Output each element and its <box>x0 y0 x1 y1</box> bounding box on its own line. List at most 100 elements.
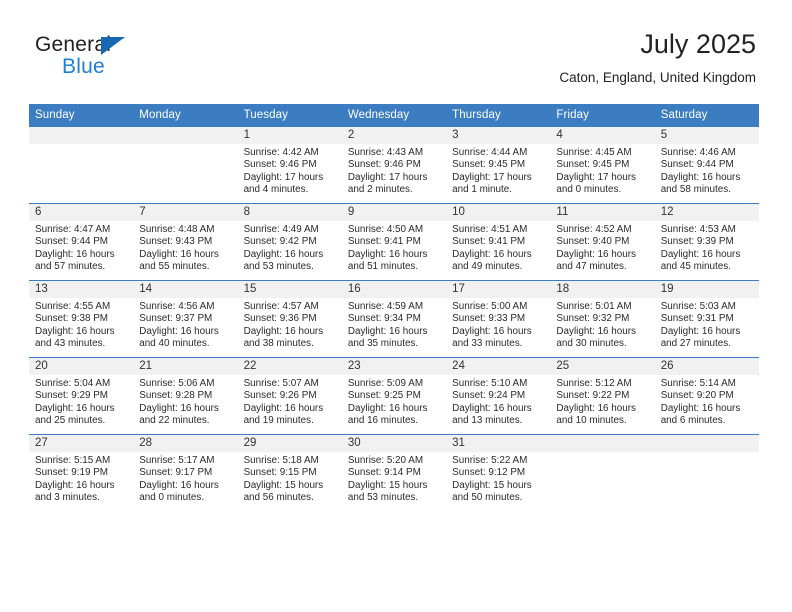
day-details: Sunrise: 5:04 AM Sunset: 9:29 PM Daylight:… <box>29 375 133 428</box>
sunset-text: Sunset: 9:44 PM <box>35 236 109 248</box>
logo-text-general: General <box>35 33 112 56</box>
sunset-text: Sunset: 9:45 PM <box>452 159 526 171</box>
calendar-page: General Blue July 2025 Caton, England, U… <box>0 0 792 612</box>
calendar-day-cell[interactable]: 27 Sunrise: 5:15 AM Sunset: 9:19 PM Dayligh… <box>29 434 134 511</box>
calendar-day-cell-empty <box>654 434 759 511</box>
calendar-day-cell[interactable]: 22 Sunrise: 5:07 AM Sunset: 9:26 PM Dayligh… <box>237 357 342 435</box>
calendar-day-cell[interactable]: 31 Sunrise: 5:22 AM Sunset: 9:12 PM Dayligh… <box>446 434 551 511</box>
calendar-day-cell[interactable]: 25 Sunrise: 5:12 AM Sunset: 9:22 PM Dayligh… <box>550 357 655 435</box>
calendar-week-row: 20 Sunrise: 5:04 AM Sunset: 9:29 PM Dayligh… <box>29 357 759 435</box>
sunset-text: Sunset: 9:14 PM <box>347 467 421 479</box>
page-title: July 2025 <box>640 29 756 59</box>
sunset-text: Sunset: 9:32 PM <box>556 313 630 325</box>
day-number: 10 <box>446 204 551 221</box>
sunset-text: Sunset: 9:46 PM <box>243 159 317 171</box>
day-box <box>654 435 759 511</box>
calendar-day-cell[interactable]: 10 Sunrise: 4:51 AM Sunset: 9:41 PM Dayligh… <box>446 203 551 281</box>
daylight-text: Daylight: 15 hours and 53 minutes. <box>347 479 428 504</box>
sunset-text: Sunset: 9:36 PM <box>243 313 317 325</box>
day-number: 28 <box>133 435 238 452</box>
day-number: 2 <box>341 127 447 144</box>
day-number: 3 <box>446 127 551 144</box>
calendar-day-cell[interactable]: 6 Sunrise: 4:47 AM Sunset: 9:44 PM Daylight… <box>29 203 134 281</box>
day-box: 22 Sunrise: 5:07 AM Sunset: 9:26 PM Dayligh… <box>237 358 342 434</box>
calendar-day-cell[interactable]: 8 Sunrise: 4:49 AM Sunset: 9:42 PM Daylight… <box>237 203 342 281</box>
calendar-day-cell[interactable]: 19 Sunrise: 5:03 AM Sunset: 9:31 PM Dayligh… <box>654 280 759 358</box>
sunrise-text: Sunrise: 4:59 AM <box>347 301 424 312</box>
calendar-day-cell[interactable]: 15 Sunrise: 4:57 AM Sunset: 9:36 PM Dayligh… <box>237 280 342 358</box>
sunset-text: Sunset: 9:19 PM <box>35 467 109 479</box>
sunrise-text: Sunrise: 5:09 AM <box>347 378 424 389</box>
calendar-day-cell[interactable]: 3 Sunrise: 4:44 AM Sunset: 9:45 PM Daylight… <box>446 126 551 204</box>
calendar-day-cell[interactable]: 1 Sunrise: 4:42 AM Sunset: 9:46 PM Daylight… <box>237 126 342 204</box>
calendar-day-cell[interactable]: 11 Sunrise: 4:52 AM Sunset: 9:40 PM Dayligh… <box>550 203 655 281</box>
calendar-week-row: 1 Sunrise: 4:42 AM Sunset: 9:46 PM Daylight… <box>29 126 759 204</box>
sunrise-text: Sunrise: 5:15 AM <box>35 455 111 466</box>
calendar-day-cell[interactable]: 18 Sunrise: 5:01 AM Sunset: 9:32 PM Dayligh… <box>550 280 655 358</box>
calendar-day-cell[interactable]: 13 Sunrise: 4:55 AM Sunset: 9:38 PM Dayligh… <box>29 280 134 358</box>
calendar-body: 1 Sunrise: 4:42 AM Sunset: 9:46 PM Daylight… <box>29 126 759 511</box>
calendar-day-cell[interactable]: 21 Sunrise: 5:06 AM Sunset: 9:28 PM Dayligh… <box>133 357 238 435</box>
daylight-text: Daylight: 16 hours and 25 minutes. <box>35 402 115 427</box>
day-box: 26 Sunrise: 5:14 AM Sunset: 9:20 PM Dayligh… <box>654 358 759 434</box>
sunset-text: Sunset: 9:41 PM <box>347 236 421 248</box>
day-details: Sunrise: 5:01 AM Sunset: 9:32 PM Daylight:… <box>550 298 654 351</box>
day-details: Sunrise: 5:18 AM Sunset: 9:15 PM Daylight:… <box>238 452 342 505</box>
daylight-text: Daylight: 17 hours and 1 minute. <box>452 171 532 196</box>
day-number: 22 <box>237 358 342 375</box>
sunrise-text: Sunrise: 4:44 AM <box>452 147 528 158</box>
sunrise-text: Sunrise: 4:53 AM <box>660 224 736 235</box>
daylight-text: Daylight: 16 hours and 38 minutes. <box>243 325 324 350</box>
calendar-day-cell[interactable]: 12 Sunrise: 4:53 AM Sunset: 9:39 PM Dayligh… <box>654 203 759 281</box>
calendar-day-cell[interactable]: 28 Sunrise: 5:17 AM Sunset: 9:17 PM Dayligh… <box>133 434 238 511</box>
daylight-text: Daylight: 15 hours and 50 minutes. <box>452 479 532 504</box>
weekday-header-wednesday: Wednesday <box>341 104 447 127</box>
daylight-text: Daylight: 17 hours and 0 minutes. <box>556 171 636 196</box>
day-details: Sunrise: 5:14 AM Sunset: 9:20 PM Daylight:… <box>655 375 759 428</box>
day-number: 26 <box>654 358 759 375</box>
calendar-day-cell[interactable]: 20 Sunrise: 5:04 AM Sunset: 9:29 PM Dayligh… <box>29 357 134 435</box>
calendar-day-cell[interactable]: 29 Sunrise: 5:18 AM Sunset: 9:15 PM Dayligh… <box>237 434 342 511</box>
generalblue-logo[interactable]: General Blue <box>35 33 215 81</box>
calendar-day-cell[interactable]: 24 Sunrise: 5:10 AM Sunset: 9:24 PM Dayligh… <box>446 357 551 435</box>
day-details: Sunrise: 4:53 AM Sunset: 9:39 PM Daylight:… <box>655 221 759 274</box>
sunrise-text: Sunrise: 4:43 AM <box>347 147 424 158</box>
day-number: 9 <box>341 204 447 221</box>
day-box: 28 Sunrise: 5:17 AM Sunset: 9:17 PM Dayligh… <box>133 435 238 511</box>
daylight-text: Daylight: 16 hours and 6 minutes. <box>660 402 741 427</box>
calendar-day-cell[interactable]: 14 Sunrise: 4:56 AM Sunset: 9:37 PM Dayligh… <box>133 280 238 358</box>
day-box: 4 Sunrise: 4:45 AM Sunset: 9:45 PM Daylight… <box>550 127 655 203</box>
calendar-day-cell[interactable]: 23 Sunrise: 5:09 AM Sunset: 9:25 PM Dayligh… <box>341 357 447 435</box>
page-subtitle: Caton, England, United Kingdom <box>559 70 756 85</box>
calendar-day-cell[interactable]: 5 Sunrise: 4:46 AM Sunset: 9:44 PM Daylight… <box>654 126 759 204</box>
day-number: 7 <box>133 204 238 221</box>
sunset-text: Sunset: 9:12 PM <box>452 467 526 479</box>
daylight-text: Daylight: 16 hours and 57 minutes. <box>35 248 115 273</box>
calendar-day-cell[interactable]: 2 Sunrise: 4:43 AM Sunset: 9:46 PM Daylight… <box>341 126 447 204</box>
daylight-text: Daylight: 17 hours and 2 minutes. <box>347 171 428 196</box>
daylight-text: Daylight: 16 hours and 40 minutes. <box>139 325 219 350</box>
calendar-day-cell[interactable]: 9 Sunrise: 4:50 AM Sunset: 9:41 PM Daylight… <box>341 203 447 281</box>
calendar-table: Sunday Monday Tuesday Wednesday Thursday… <box>29 104 759 511</box>
calendar-day-cell[interactable]: 4 Sunrise: 4:45 AM Sunset: 9:45 PM Daylight… <box>550 126 655 204</box>
day-details: Sunrise: 5:06 AM Sunset: 9:28 PM Daylight:… <box>133 375 237 428</box>
sunset-text: Sunset: 9:40 PM <box>556 236 630 248</box>
daylight-text: Daylight: 16 hours and 16 minutes. <box>347 402 428 427</box>
sunrise-text: Sunrise: 5:17 AM <box>139 455 215 466</box>
sunset-text: Sunset: 9:45 PM <box>556 159 630 171</box>
sunset-text: Sunset: 9:43 PM <box>139 236 213 248</box>
sunrise-text: Sunrise: 4:48 AM <box>139 224 215 235</box>
calendar-day-cell[interactable]: 7 Sunrise: 4:48 AM Sunset: 9:43 PM Daylight… <box>133 203 238 281</box>
day-box: 1 Sunrise: 4:42 AM Sunset: 9:46 PM Daylight… <box>237 127 342 203</box>
day-box: 31 Sunrise: 5:22 AM Sunset: 9:12 PM Dayligh… <box>446 435 551 511</box>
day-number: 31 <box>446 435 551 452</box>
calendar-day-cell[interactable]: 17 Sunrise: 5:00 AM Sunset: 9:33 PM Dayligh… <box>446 280 551 358</box>
day-number: 1 <box>237 127 342 144</box>
calendar-day-cell[interactable]: 26 Sunrise: 5:14 AM Sunset: 9:20 PM Dayligh… <box>654 357 759 435</box>
sunrise-text: Sunrise: 5:06 AM <box>139 378 215 389</box>
daylight-text: Daylight: 16 hours and 51 minutes. <box>347 248 428 273</box>
calendar-day-cell[interactable]: 30 Sunrise: 5:20 AM Sunset: 9:14 PM Dayligh… <box>341 434 447 511</box>
day-number <box>654 435 759 452</box>
calendar-day-cell[interactable]: 16 Sunrise: 4:59 AM Sunset: 9:34 PM Dayligh… <box>341 280 447 358</box>
sunrise-text: Sunrise: 4:47 AM <box>35 224 111 235</box>
